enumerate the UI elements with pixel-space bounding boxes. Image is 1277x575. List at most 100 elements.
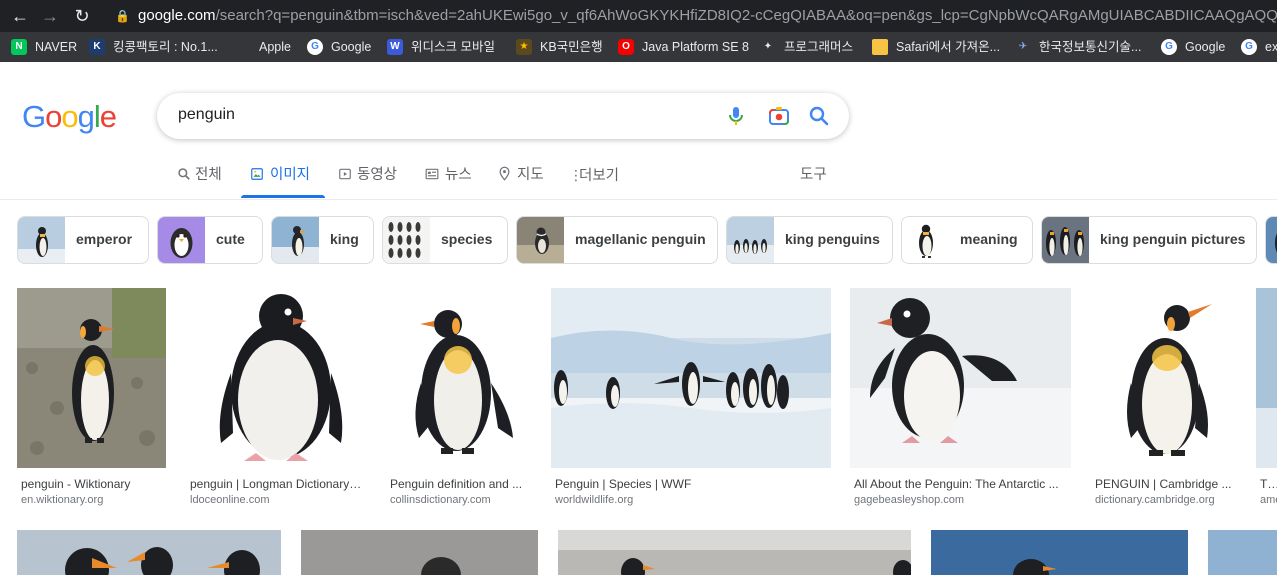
bookmark-label: Java Platform SE 8 bbox=[642, 40, 749, 54]
tab-maps[interactable]: 지도 bbox=[498, 160, 544, 200]
result-title[interactable]: All About the Penguin: The Antarctic ... bbox=[854, 477, 1068, 491]
result-image[interactable] bbox=[17, 288, 166, 468]
google-icon: G bbox=[1241, 39, 1257, 55]
lock-icon[interactable]: 🔒 bbox=[115, 4, 130, 28]
tab-news[interactable]: 뉴스 bbox=[425, 160, 472, 200]
tab-images[interactable]: 이미지 bbox=[250, 160, 310, 200]
tab-label: 도구 bbox=[800, 167, 827, 183]
reload-icon[interactable]: ↻ bbox=[70, 4, 94, 28]
image-result[interactable] bbox=[931, 530, 1188, 575]
tab-videos[interactable]: 동영상 bbox=[338, 160, 397, 200]
image-result[interactable] bbox=[301, 530, 538, 575]
result-title[interactable]: penguin - Wiktionary bbox=[21, 477, 165, 491]
result-image[interactable] bbox=[1256, 288, 1277, 468]
result-image[interactable] bbox=[1208, 530, 1277, 575]
result-source[interactable]: ame bbox=[1260, 494, 1277, 506]
result-image[interactable] bbox=[186, 288, 366, 468]
result-image[interactable] bbox=[850, 288, 1071, 468]
image-icon bbox=[251, 168, 263, 180]
result-image[interactable] bbox=[931, 530, 1188, 575]
bookmark-label: 킹콩팩토리 : No.1... bbox=[113, 40, 218, 54]
search-box[interactable]: penguin bbox=[157, 93, 849, 139]
result-image[interactable] bbox=[1091, 288, 1236, 468]
chip-king-penguins[interactable]: king penguins bbox=[726, 216, 893, 264]
search-input[interactable]: penguin bbox=[178, 106, 235, 124]
result-image[interactable] bbox=[386, 288, 531, 468]
address-bar[interactable]: 🔒 google.com/search?q=penguin&tbm=isch&v… bbox=[108, 4, 1277, 28]
chip-cute[interactable]: cute bbox=[157, 216, 263, 264]
result-image[interactable] bbox=[551, 288, 831, 468]
search-icon[interactable] bbox=[807, 104, 831, 128]
chip-partial[interactable] bbox=[1265, 216, 1277, 264]
result-source[interactable]: gagebeasleyshop.com bbox=[854, 494, 1068, 506]
folder-icon bbox=[872, 39, 888, 55]
bookmark-label: NAVER bbox=[35, 40, 78, 54]
image-result[interactable] bbox=[17, 530, 281, 575]
bookmark-label: Safari에서 가져온... bbox=[896, 40, 1001, 54]
naver-icon: N bbox=[11, 39, 27, 55]
chip-label: emperor bbox=[76, 231, 133, 247]
chip-species[interactable]: species bbox=[382, 216, 508, 264]
tab-label: 지도 bbox=[517, 167, 544, 183]
tab-more[interactable]: ⋮더보기 bbox=[569, 160, 619, 200]
chip-thumbnail bbox=[1266, 217, 1277, 263]
google-icon: G bbox=[307, 39, 323, 55]
result-source[interactable]: worldwildlife.org bbox=[555, 494, 829, 506]
url-host: google.com bbox=[138, 7, 216, 24]
chip-meaning[interactable]: meaning bbox=[901, 216, 1033, 264]
back-arrow-icon[interactable]: ← bbox=[8, 4, 32, 28]
result-source[interactable]: en.wiktionary.org bbox=[21, 494, 165, 506]
result-title[interactable]: Penguin definition and ... bbox=[390, 477, 530, 491]
image-result[interactable] bbox=[558, 530, 911, 575]
chip-thumbnail bbox=[158, 217, 205, 263]
tab-label: 전체 bbox=[195, 167, 222, 183]
kb-icon: ★ bbox=[516, 39, 532, 55]
google-logo[interactable]: Google bbox=[22, 99, 117, 135]
google-icon: G bbox=[1161, 39, 1177, 55]
bookmarks-bar: N NAVER K 킹콩팩토리 : No.1... Apple G Google… bbox=[0, 32, 1277, 62]
tab-label: 뉴스 bbox=[445, 167, 472, 183]
result-title[interactable]: penguin | Longman Dictionary ... bbox=[190, 477, 362, 491]
forward-arrow-icon[interactable]: → bbox=[38, 4, 62, 28]
microphone-icon[interactable] bbox=[724, 104, 748, 128]
camera-lens-icon[interactable] bbox=[767, 104, 791, 128]
chip-label: magellanic penguin bbox=[575, 231, 706, 247]
result-source[interactable]: ldoceonline.com bbox=[190, 494, 362, 506]
chip-magellanic-penguin[interactable]: magellanic penguin bbox=[516, 216, 718, 264]
bookmark-label: Apple bbox=[259, 40, 291, 54]
chip-emperor[interactable]: emperor bbox=[17, 216, 149, 264]
kingkong-icon: K bbox=[89, 39, 105, 55]
tab-all[interactable]: 전체 bbox=[177, 160, 222, 200]
chip-king[interactable]: king bbox=[271, 216, 374, 264]
bookmark-label: 위디스크 모바일 bbox=[411, 40, 495, 54]
result-title[interactable]: PENGUIN | Cambridge ... bbox=[1095, 477, 1235, 491]
result-title[interactable]: The bbox=[1260, 477, 1277, 491]
result-image[interactable] bbox=[17, 530, 281, 575]
bookmark-label: Google bbox=[1185, 40, 1226, 54]
chip-thumbnail bbox=[18, 217, 65, 263]
bookmark-label: KB국민은행 bbox=[540, 40, 603, 54]
tab-tools[interactable]: 도구 bbox=[800, 160, 827, 200]
search-tabs: 전체 이미지 동영상 뉴스 지도 ⋮더보기 도구 bbox=[0, 160, 1277, 200]
result-image[interactable] bbox=[558, 530, 911, 575]
tab-label: 이미지 bbox=[270, 167, 311, 183]
logo-letter: o bbox=[45, 99, 62, 134]
result-image[interactable] bbox=[301, 530, 538, 575]
programmers-icon: ✦ bbox=[763, 41, 773, 52]
video-icon bbox=[339, 168, 351, 180]
browser-toolbar: ← → ↻ 🔒 google.com/search?q=penguin&tbm=… bbox=[0, 0, 1277, 32]
bookmark-label: 한국정보통신기술... bbox=[1039, 40, 1142, 54]
result-title[interactable]: Penguin | Species | WWF bbox=[555, 477, 829, 491]
map-pin-icon bbox=[499, 166, 510, 181]
result-source[interactable]: dictionary.cambridge.org bbox=[1095, 494, 1235, 506]
result-source[interactable]: collinsdictionary.com bbox=[390, 494, 530, 506]
wedisk-icon: W bbox=[387, 39, 403, 55]
chip-thumbnail bbox=[517, 217, 564, 263]
logo-letter: G bbox=[22, 99, 46, 134]
logo-letter: e bbox=[99, 99, 117, 134]
active-tab-indicator bbox=[241, 195, 325, 198]
chip-king-penguin-pictures[interactable]: king penguin pictures bbox=[1041, 216, 1257, 264]
image-result[interactable] bbox=[1208, 530, 1277, 575]
logo-letter: g bbox=[77, 99, 95, 134]
bookmark-label: ex bbox=[1265, 40, 1277, 54]
